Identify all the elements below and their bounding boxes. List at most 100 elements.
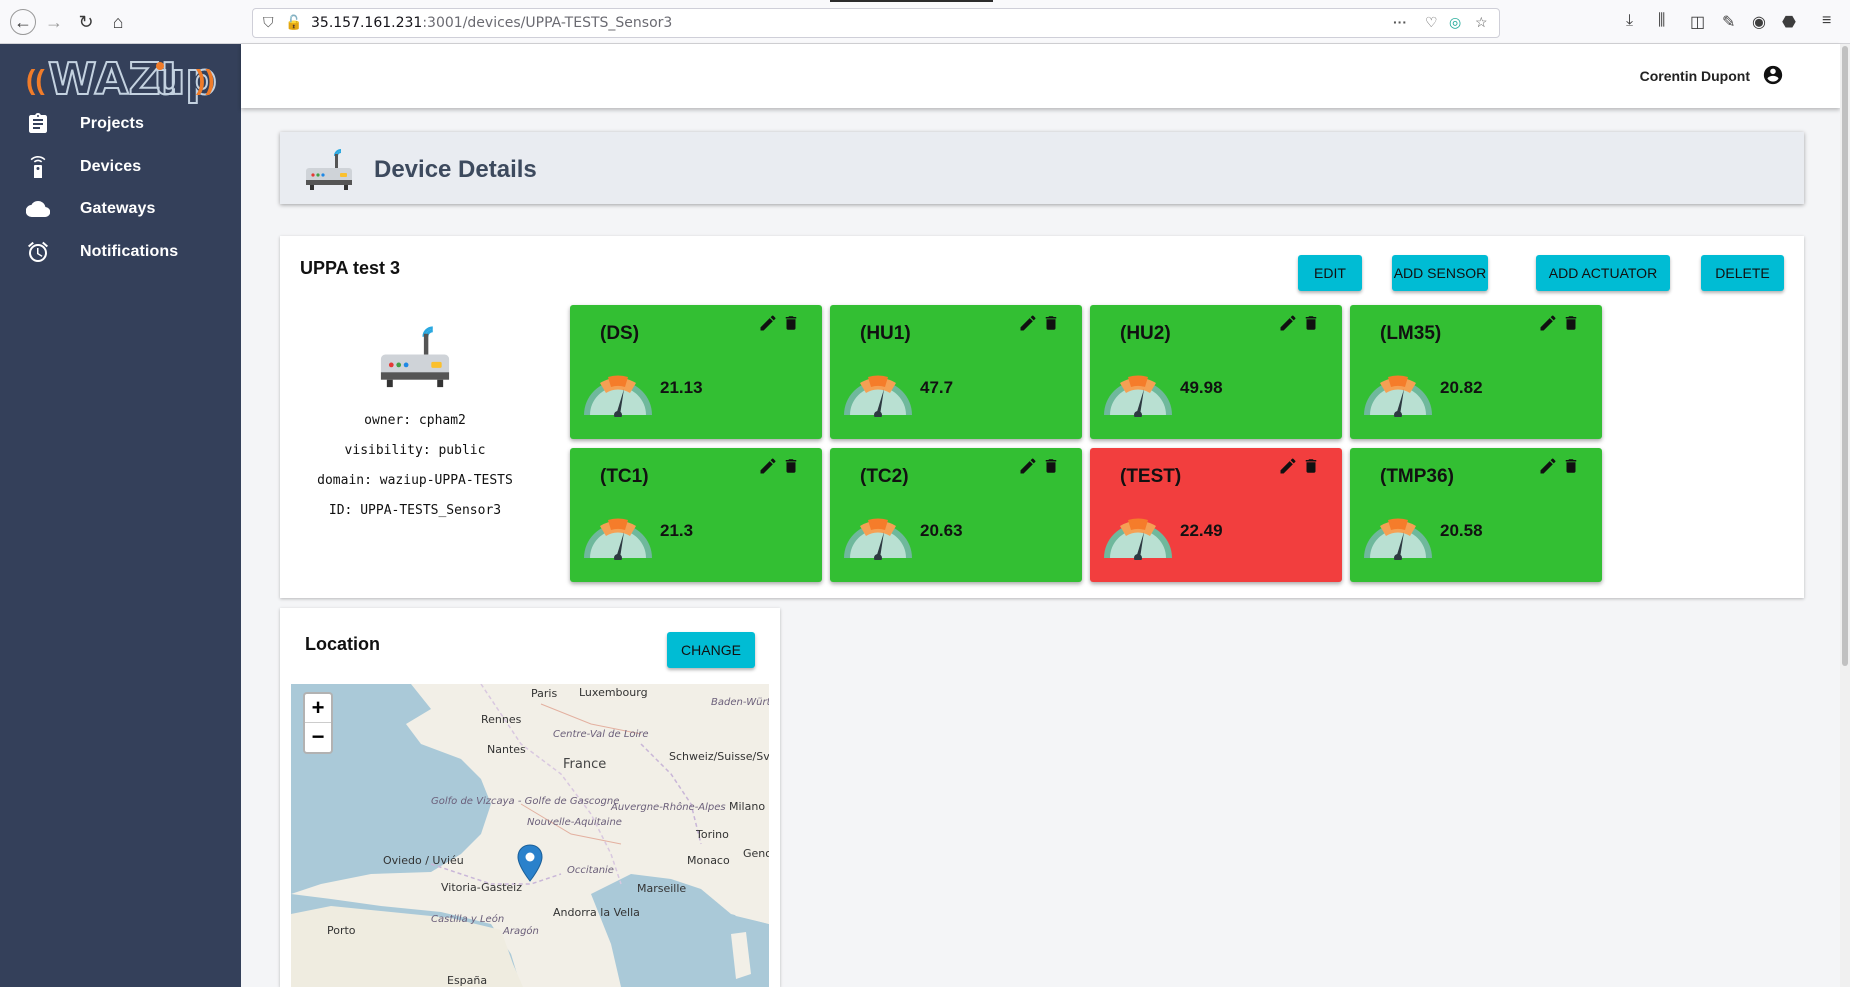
extensions-icon[interactable]: ⬣ (1782, 12, 1796, 32)
location-map[interactable]: + − Luxembourg Paris Baden-Württemberg R… (291, 684, 769, 987)
trash-icon[interactable] (1042, 456, 1060, 476)
pocket-icon[interactable]: ♡ (1425, 14, 1438, 31)
gauge-icon (1360, 512, 1436, 565)
account-icon[interactable]: ◉ (1752, 12, 1766, 32)
sidebar-item-label: Devices (80, 158, 142, 175)
waziup-logo[interactable]: (( WAZI up )) (26, 52, 216, 104)
scrollbar-thumb[interactable] (1842, 46, 1848, 666)
waziup-logo-mark: WAZI up (47, 53, 216, 104)
shield-icon[interactable]: ⛉ (263, 14, 274, 31)
edit-pencil-icon[interactable] (758, 313, 778, 333)
home-icon[interactable]: ⌂ (106, 10, 130, 34)
zoom-out-button[interactable]: − (305, 723, 331, 752)
change-location-button[interactable]: CHANGE (667, 632, 755, 668)
sensor-value: 22.49 (1180, 521, 1223, 540)
back-icon[interactable]: ← (10, 9, 36, 35)
sensor-card[interactable]: (TMP36) 20.58 (1350, 448, 1602, 582)
edit-pencil-icon[interactable] (1018, 456, 1038, 476)
app-topbar: Corentin Dupont (241, 44, 1840, 108)
sidebar-toggle-icon[interactable]: ◫ (1690, 12, 1705, 32)
library-icon[interactable]: ⫼ (1658, 12, 1665, 30)
map-label: Schweiz/Suisse/Svizzera (669, 750, 769, 763)
extension-icon[interactable]: ◎ (1449, 14, 1461, 31)
edit-pencil-icon[interactable] (1278, 313, 1298, 333)
add-actuator-button[interactable]: ADD ACTUATOR (1536, 255, 1670, 291)
sensor-card[interactable]: (TC2) 20.63 (830, 448, 1082, 582)
trash-icon[interactable] (1562, 456, 1580, 476)
map-label: Rennes (481, 713, 522, 726)
device-info: owner: cpham2 visibility: public domain:… (300, 316, 530, 526)
gauge-icon (580, 369, 656, 422)
map-label: Centre-Val de Loire (553, 729, 649, 740)
gauge-icon (1360, 369, 1436, 422)
remote-icon (30, 156, 46, 178)
sidebar-item-label: Projects (80, 115, 144, 132)
sidebar-item-label: Gateways (80, 200, 156, 217)
sidebar-item-projects[interactable]: Projects (0, 104, 241, 148)
router-icon (380, 326, 450, 388)
trash-icon[interactable] (1302, 313, 1320, 333)
map-label: Aragón (503, 926, 539, 937)
map-label: Nantes (487, 743, 526, 756)
page-scrollbar[interactable] (1840, 44, 1850, 987)
edit-pencil-icon[interactable] (1538, 456, 1558, 476)
device-card: UPPA test 3 EDIT ADD SENSOR ADD ACTUATOR… (280, 236, 1804, 598)
reload-icon[interactable]: ↻ (74, 10, 98, 34)
trash-icon[interactable] (782, 313, 800, 333)
sensor-card[interactable]: (TC1) 21.3 (570, 448, 822, 582)
edit-pencil-icon[interactable] (1278, 456, 1298, 476)
map-label: Occitanie (567, 865, 614, 876)
sensor-card[interactable]: (HU1) 47.7 (830, 305, 1082, 439)
trash-icon[interactable] (1562, 313, 1580, 333)
url-text[interactable]: 35.157.161.231:3001/devices/UPPA-TESTS_S… (311, 15, 672, 31)
map-label: Porto (327, 924, 356, 937)
map-label: Genova (743, 847, 769, 860)
edit-button[interactable]: EDIT (1298, 255, 1362, 291)
alarm-clock-icon (28, 241, 48, 262)
delete-button[interactable]: DELETE (1701, 255, 1784, 291)
map-marker-icon[interactable] (517, 844, 543, 882)
sensor-name: (TEST) (1120, 466, 1182, 487)
trash-icon[interactable] (1302, 456, 1320, 476)
url-bar[interactable]: ⛉ 🔓 35.157.161.231:3001/devices/UPPA-TES… (252, 8, 1500, 38)
page-title: Device Details (374, 156, 537, 183)
device-id: ID: UPPA-TESTS_Sensor3 (328, 503, 502, 518)
sensor-value: 49.98 (1180, 378, 1223, 397)
map-label: Castilla y León (431, 914, 505, 925)
url-path: :3001/devices/UPPA-TESTS_Sensor3 (422, 15, 673, 31)
trash-icon[interactable] (782, 456, 800, 476)
map-label: Auvergne-Rhône-Alpes (611, 802, 726, 813)
more-icon[interactable]: ··· (1393, 14, 1407, 30)
bookmark-star-icon[interactable]: ☆ (1475, 14, 1488, 31)
edit-pencil-icon[interactable] (758, 456, 778, 476)
sidebar-item-gateways[interactable]: Gateways (0, 189, 241, 233)
sensor-card[interactable]: (HU2) 49.98 (1090, 305, 1342, 439)
sensor-card[interactable]: (DS) 21.13 (570, 305, 822, 439)
zoom-in-button[interactable]: + (305, 694, 331, 723)
add-sensor-button[interactable]: ADD SENSOR (1392, 255, 1488, 291)
insecure-lock-icon[interactable]: 🔓 (285, 14, 302, 31)
menu-icon[interactable]: ≡ (1822, 12, 1831, 30)
browser-toolbar: ← → ↻ ⌂ ⛉ 🔓 35.157.161.231:3001/devices/… (0, 0, 1850, 44)
zoom-control: + − (303, 692, 333, 754)
forward-icon[interactable]: → (42, 10, 66, 34)
map-label: Paris (531, 687, 558, 700)
gauge-icon (1100, 369, 1176, 422)
map-label: Andorra la Vella (553, 906, 640, 919)
sidebar-item-devices[interactable]: Devices (0, 147, 241, 191)
sensor-card[interactable]: (TEST) 22.49 (1090, 448, 1342, 582)
edit-pencil-icon[interactable] (1018, 313, 1038, 333)
sidebar-item-notifications[interactable]: Notifications (0, 232, 241, 276)
url-host: 35.157.161.231 (311, 15, 423, 31)
account-circle-icon[interactable] (1762, 64, 1784, 86)
user-name[interactable]: Corentin Dupont (1640, 68, 1750, 84)
sensor-name: (TMP36) (1380, 466, 1454, 487)
sensor-name: (TC1) (600, 466, 649, 487)
trash-icon[interactable] (1042, 313, 1060, 333)
sensor-card[interactable]: (LM35) 20.82 (1350, 305, 1602, 439)
location-card: Location CHANGE + − Luxembourg Paris Bad… (280, 608, 780, 987)
download-icon[interactable]: ⤓ (1626, 12, 1633, 30)
sensor-value: 21.13 (660, 378, 703, 397)
edit-pencil-icon[interactable] (1538, 313, 1558, 333)
eyedropper-icon[interactable]: ✎ (1722, 12, 1735, 32)
